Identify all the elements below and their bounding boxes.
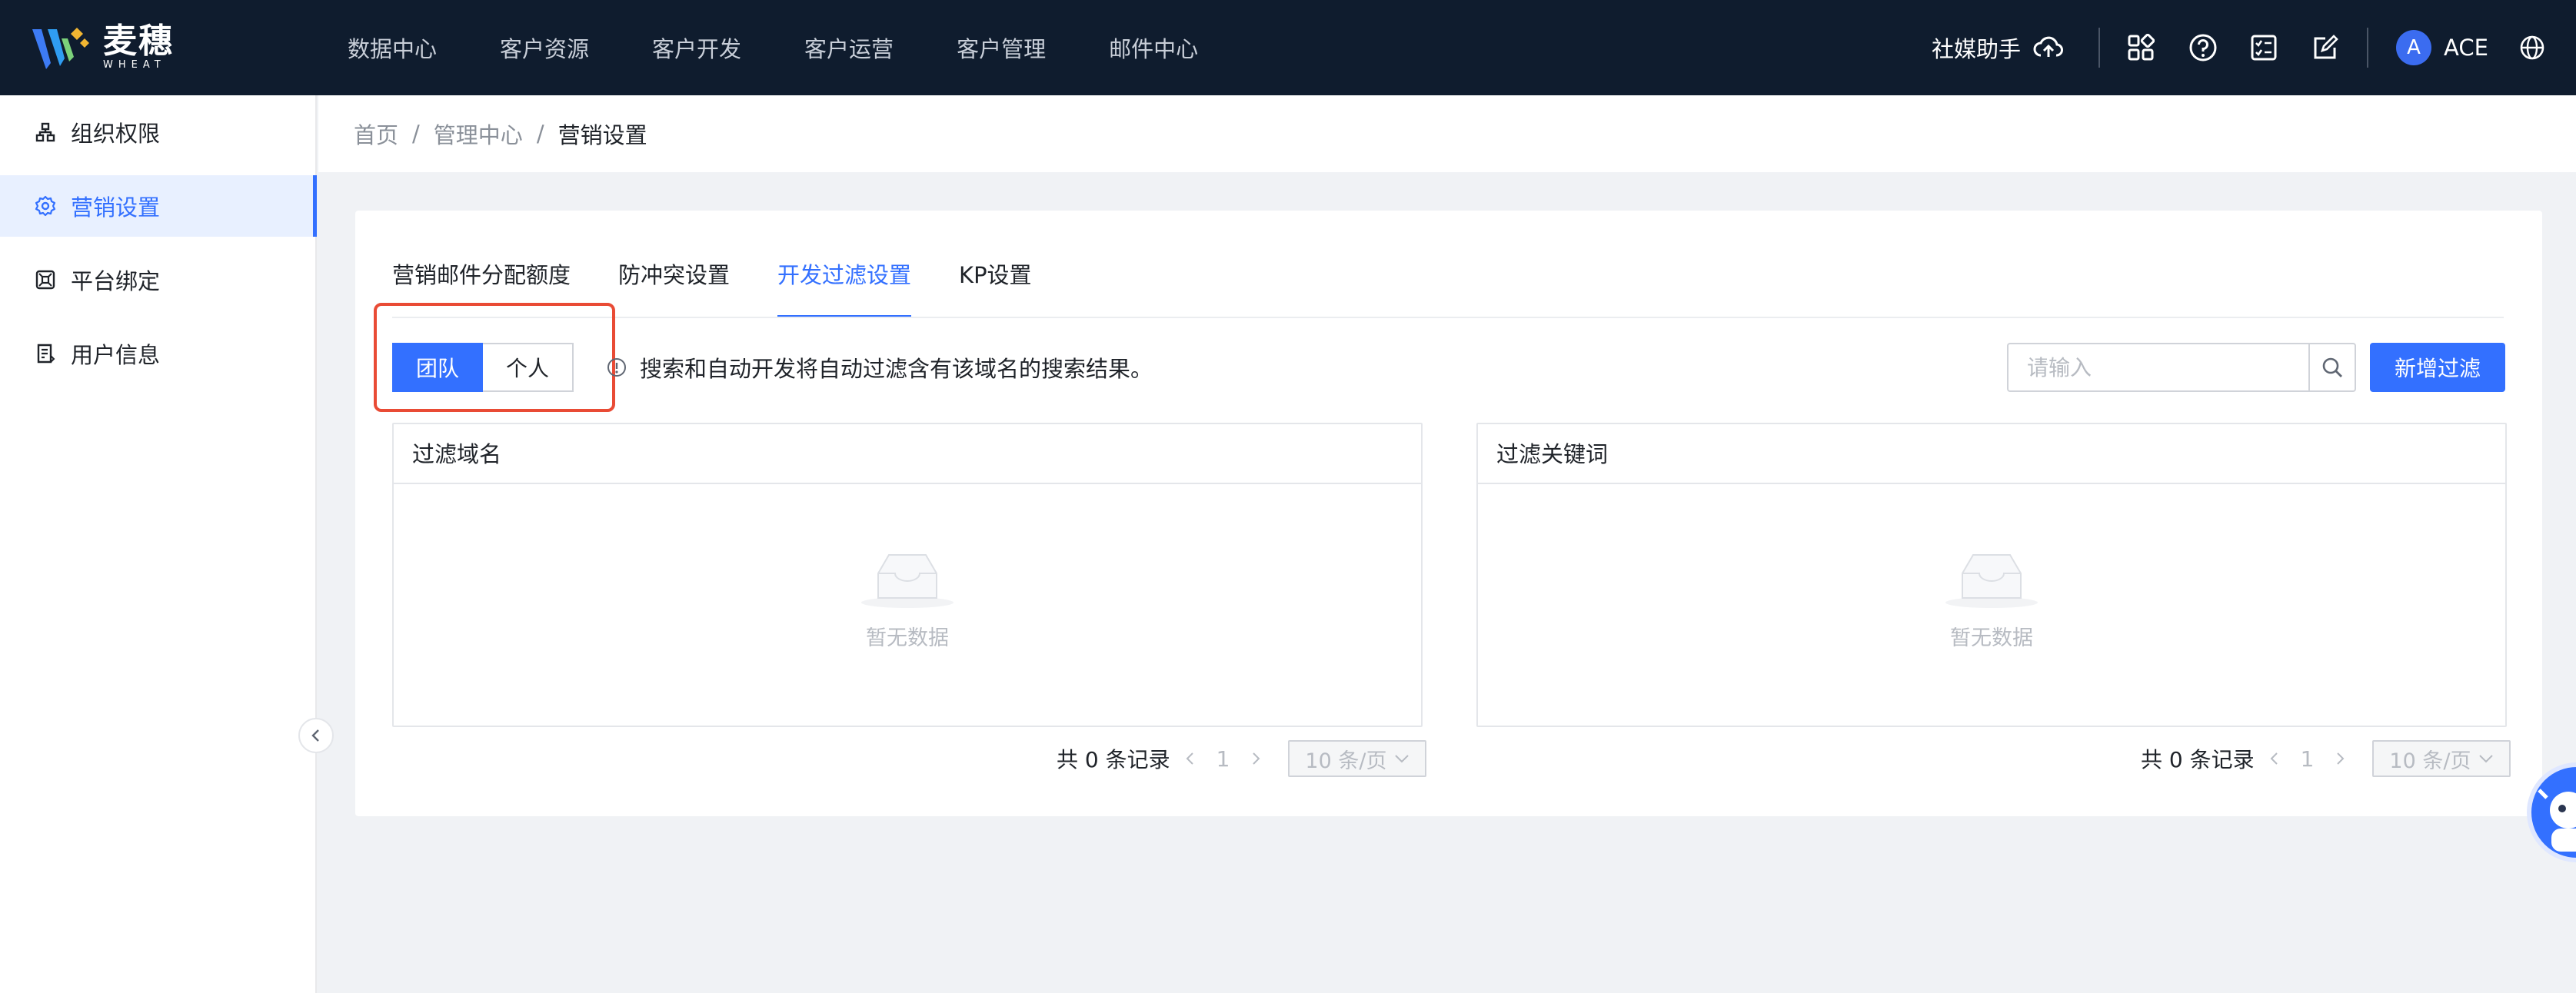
avatar: A bbox=[2396, 30, 2431, 65]
breadcrumb: 首页 / 管理中心 / 营销设置 bbox=[318, 95, 2576, 172]
settings-card: 营销邮件分配额度 防冲突设置 开发过滤设置 KP设置 团队 个人 搜索和自动开发… bbox=[355, 211, 2542, 816]
total-records: 共 0 条记录 bbox=[1057, 747, 1170, 772]
top-navigation-bar: 麦穗 WHEAT 数据中心 客户资源 客户开发 客户运营 客户管理 邮件中心 社… bbox=[0, 0, 2576, 95]
keyword-pagination: 共 0 条记录 1 10 条/页 bbox=[2141, 739, 2511, 778]
search-box bbox=[2007, 343, 2356, 392]
checklist-icon bbox=[2251, 35, 2277, 61]
logo[interactable]: 麦穗 WHEAT bbox=[31, 23, 174, 72]
sidebar-item-label: 组织权限 bbox=[71, 121, 161, 147]
search-button[interactable] bbox=[2308, 343, 2356, 392]
filter-domain-panel: 过滤域名 暂无数据 bbox=[392, 423, 1423, 727]
nav-customer-development[interactable]: 客户开发 bbox=[652, 32, 741, 64]
language-button[interactable] bbox=[2519, 0, 2545, 95]
empty-inbox-icon bbox=[861, 554, 954, 608]
username: ACE bbox=[2444, 35, 2488, 61]
chevron-right-icon bbox=[1253, 752, 1260, 765]
globe-icon bbox=[2520, 35, 2544, 60]
breadcrumb-management-center[interactable]: 管理中心 bbox=[434, 118, 523, 150]
edit-note-button[interactable] bbox=[2311, 0, 2339, 95]
sidebar-item-user-info[interactable]: 用户信息 bbox=[0, 323, 317, 384]
edit-note-icon bbox=[2314, 35, 2338, 59]
sidebar: 组织权限 营销设置 平台绑定 用户信息 bbox=[0, 95, 317, 993]
logo-chinese-text: 麦穗 bbox=[103, 22, 174, 61]
annotation-highlight-box bbox=[374, 303, 615, 412]
panel-title: 过滤关键词 bbox=[1478, 424, 2505, 484]
sidebar-item-marketing-settings[interactable]: 营销设置 bbox=[0, 175, 317, 237]
page-size-select[interactable]: 10 条/页 bbox=[1288, 740, 1427, 777]
search-icon bbox=[2322, 357, 2342, 377]
org-tree-icon bbox=[34, 121, 57, 144]
header-tools: 社媒助手 A ACE bbox=[1884, 0, 2576, 95]
nav-data-center[interactable]: 数据中心 bbox=[348, 32, 437, 64]
empty-inbox-icon bbox=[1945, 554, 2038, 608]
add-filter-button[interactable]: 新增过滤 bbox=[2370, 343, 2505, 392]
cloud-upload-icon bbox=[2033, 36, 2064, 57]
nav-customer-resources[interactable]: 客户资源 bbox=[500, 32, 589, 64]
gear-icon bbox=[34, 194, 57, 218]
chevron-down-icon bbox=[1395, 755, 1409, 763]
nav-mail-center[interactable]: 邮件中心 bbox=[1109, 32, 1198, 64]
chevron-left-icon bbox=[1186, 752, 1193, 765]
empty-text: 暂无数据 bbox=[1950, 626, 2033, 650]
sidebar-item-label: 营销设置 bbox=[71, 194, 161, 221]
tab-anti-conflict[interactable]: 防冲突设置 bbox=[618, 258, 730, 318]
task-list-button[interactable] bbox=[2250, 0, 2278, 95]
empty-state: 暂无数据 bbox=[1478, 547, 2505, 651]
domain-pagination: 共 0 条记录 1 10 条/页 bbox=[1057, 739, 1427, 778]
page-size-value: 10 条/页 bbox=[2389, 749, 2471, 773]
robot-assistant-icon bbox=[2538, 789, 2576, 852]
help-button[interactable] bbox=[2188, 0, 2218, 95]
breadcrumb-separator: / bbox=[536, 121, 544, 147]
sidebar-item-platform-binding[interactable]: 平台绑定 bbox=[0, 249, 317, 311]
apps-grid-icon bbox=[2128, 34, 2155, 61]
breadcrumb-current: 营销设置 bbox=[557, 122, 647, 148]
prev-page-button[interactable] bbox=[2268, 751, 2281, 766]
next-page-button[interactable] bbox=[1250, 751, 1262, 766]
user-doc-icon bbox=[34, 342, 57, 365]
nav-customer-operations[interactable]: 客户运营 bbox=[804, 32, 894, 64]
nav-customer-management[interactable]: 客户管理 bbox=[957, 32, 1046, 64]
tabs-divider bbox=[392, 317, 2504, 318]
main-nav: 数据中心 客户资源 客户开发 客户运营 客户管理 邮件中心 bbox=[348, 0, 1261, 95]
tab-kp-settings[interactable]: KP设置 bbox=[959, 258, 1032, 318]
current-page[interactable]: 1 bbox=[2301, 746, 2315, 772]
next-page-button[interactable] bbox=[2334, 751, 2346, 766]
user-menu[interactable]: A ACE bbox=[2396, 0, 2488, 95]
chevron-down-icon bbox=[2479, 755, 2494, 763]
empty-state: 暂无数据 bbox=[394, 547, 1421, 651]
breadcrumb-home[interactable]: 首页 bbox=[354, 118, 398, 150]
page-size-select[interactable]: 10 条/页 bbox=[2372, 740, 2511, 777]
prev-page-button[interactable] bbox=[1184, 751, 1196, 766]
sidebar-collapse-button[interactable] bbox=[298, 718, 334, 753]
chevron-left-icon bbox=[311, 729, 319, 742]
apps-button[interactable] bbox=[2127, 0, 2155, 95]
chevron-left-icon bbox=[2270, 752, 2278, 765]
logo-english-text: WHEAT bbox=[103, 59, 166, 71]
wheat-logo-icon bbox=[32, 28, 89, 69]
breadcrumb-separator: / bbox=[412, 121, 420, 147]
header-divider bbox=[2367, 28, 2368, 68]
header-divider bbox=[2098, 28, 2100, 68]
empty-text: 暂无数据 bbox=[866, 626, 949, 650]
sidebar-item-org-permissions[interactable]: 组织权限 bbox=[0, 101, 317, 163]
filter-tip-text: 搜索和自动开发将自动过滤含有该域名的搜索结果。 bbox=[640, 356, 1153, 382]
tab-development-filter[interactable]: 开发过滤设置 bbox=[777, 258, 912, 318]
filter-tip: 搜索和自动开发将自动过滤含有该域名的搜索结果。 bbox=[606, 343, 1153, 392]
panel-title: 过滤域名 bbox=[394, 424, 1421, 484]
page-size-value: 10 条/页 bbox=[1305, 749, 1387, 773]
social-assistant-label: 社媒助手 bbox=[1932, 36, 2022, 62]
filter-keyword-panel: 过滤关键词 暂无数据 bbox=[1476, 423, 2507, 727]
total-records: 共 0 条记录 bbox=[2141, 747, 2255, 772]
command-icon bbox=[34, 268, 57, 291]
info-icon bbox=[607, 358, 626, 377]
chevron-right-icon bbox=[2337, 752, 2345, 765]
help-icon bbox=[2189, 34, 2217, 61]
current-page[interactable]: 1 bbox=[1216, 746, 1230, 772]
sidebar-item-label: 用户信息 bbox=[71, 342, 161, 368]
social-assistant-button[interactable]: 社媒助手 bbox=[1932, 0, 2064, 95]
sidebar-item-label: 平台绑定 bbox=[71, 268, 161, 294]
search-input[interactable] bbox=[2007, 343, 2308, 392]
